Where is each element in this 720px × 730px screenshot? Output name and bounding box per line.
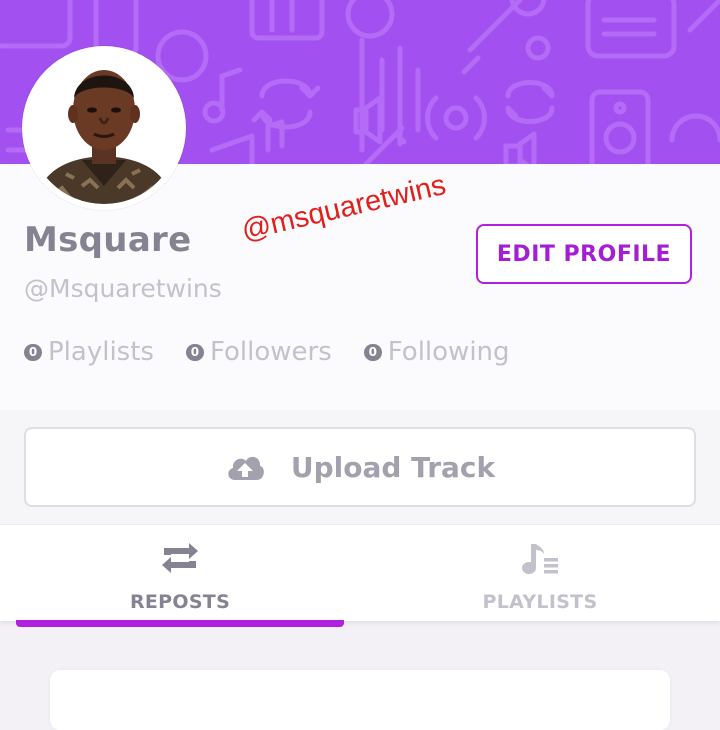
- tab-playlists[interactable]: PLAYLISTS: [376, 525, 704, 621]
- active-tab-indicator: [16, 620, 344, 627]
- playlist-music-icon: [522, 544, 558, 574]
- stat-following[interactable]: 0 Following: [363, 337, 510, 367]
- tab-playlists-label: PLAYLISTS: [482, 591, 598, 613]
- stat-followers[interactable]: 0 Followers: [185, 337, 332, 367]
- upload-track-button[interactable]: Upload Track: [24, 427, 696, 507]
- profile-photo: [28, 52, 180, 204]
- stat-count-badge: 0: [185, 343, 204, 361]
- tab-reposts[interactable]: REPOSTS: [16, 525, 344, 621]
- stat-count-badge: 0: [24, 343, 42, 361]
- avatar[interactable]: [22, 46, 186, 210]
- profile-stats: 0 Playlists 0 Followers 0 Following: [24, 334, 542, 370]
- stat-label: Playlists: [48, 337, 154, 367]
- tab-reposts-label: REPOSTS: [129, 591, 231, 613]
- profile-tabs: REPOSTS PLAYLISTS: [0, 524, 720, 621]
- stat-playlists[interactable]: 0 Playlists: [24, 337, 154, 367]
- stat-label: Following: [387, 337, 510, 367]
- profile-handle: @Msquaretwins: [24, 274, 222, 303]
- stat-count-badge: 0: [363, 343, 382, 361]
- stat-label: Followers: [209, 337, 332, 367]
- edit-profile-button[interactable]: EDIT PROFILE: [476, 224, 692, 284]
- feed-content-card: [50, 670, 670, 730]
- display-name: Msquare: [24, 220, 192, 260]
- repost-icon: [162, 543, 198, 573]
- cloud-upload-icon: [228, 456, 264, 480]
- upload-track-label: Upload Track: [290, 450, 496, 484]
